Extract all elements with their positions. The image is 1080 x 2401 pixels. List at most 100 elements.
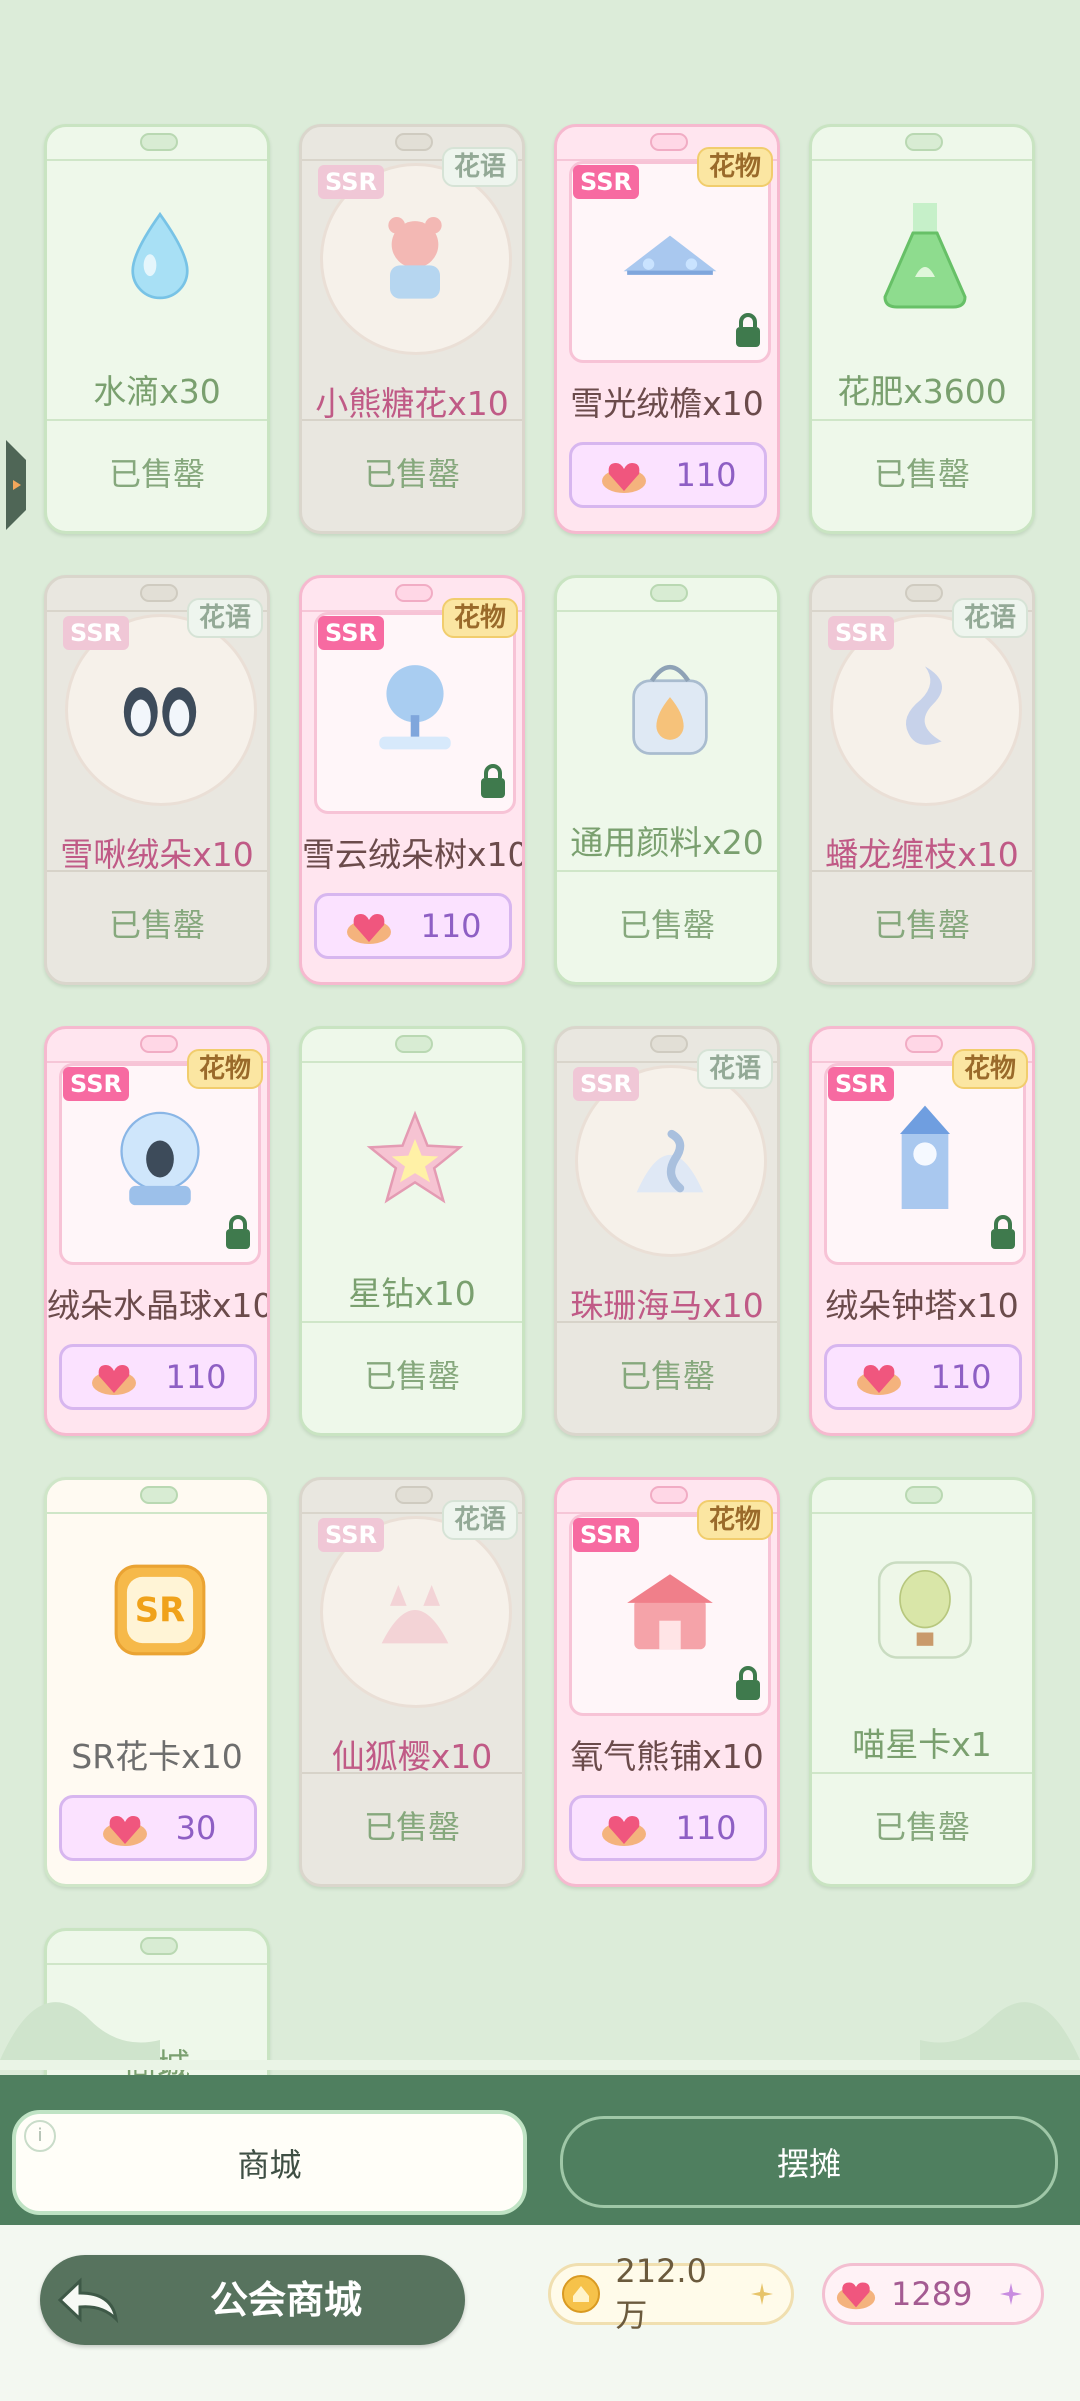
card-hanger	[140, 133, 178, 151]
paint-bucket-icon	[620, 658, 720, 758]
card-hanger	[395, 1035, 433, 1053]
add-gold-icon[interactable]	[748, 2280, 775, 2308]
price-value: 110	[675, 456, 737, 494]
buy-button[interactable]: 110	[569, 442, 767, 508]
shop-item-card[interactable]: 水滴x30 已售罄	[44, 124, 270, 534]
card-divider	[812, 870, 1032, 872]
sold-out-label: 已售罄	[873, 1808, 970, 1846]
item-category-tag: 花物	[951, 1049, 1028, 1089]
penguins-icon	[110, 658, 210, 758]
tab-stall[interactable]: 摆摊	[560, 2116, 1058, 2208]
buy-button[interactable]: 30	[59, 1795, 257, 1861]
shop-item-card[interactable]: SSR 花语 蟠龙缠枝x10 已售罄	[809, 575, 1035, 985]
sold-out-label: 已售罄	[873, 455, 970, 493]
shop-item-card[interactable]: 花肥x3600 已售罄	[809, 124, 1035, 534]
ssr-badge: SSR	[828, 1067, 894, 1101]
snow-eave-icon	[620, 207, 720, 307]
card-top-line	[557, 610, 777, 612]
card-top-line	[302, 1061, 522, 1063]
gold-balance[interactable]: 212.0万	[548, 2252, 794, 2334]
info-icon[interactable]: i	[24, 2120, 56, 2152]
dragon-icon	[875, 658, 975, 758]
buy-button[interactable]: 110	[314, 893, 512, 959]
ssr-badge: SSR	[318, 165, 384, 199]
card-divider	[302, 419, 522, 421]
lock-icon	[478, 764, 508, 800]
item-category-tag: 花语	[441, 147, 518, 187]
bear-candy-icon	[365, 207, 465, 307]
card-hanger	[905, 1486, 943, 1504]
item-name: 水滴x30	[93, 372, 221, 411]
card-hanger	[905, 1035, 943, 1053]
sold-out-label: 已售罄	[363, 1357, 460, 1395]
crystal-ball-icon	[110, 1109, 210, 1209]
shop-item-card[interactable]: 星钻x10 已售罄	[299, 1026, 525, 1436]
item-name: 小熊糖花x10	[315, 384, 509, 423]
shop-item-card[interactable]: SSR 花物 氧气熊铺x10 110	[554, 1477, 780, 1887]
item-name: 珠珊海马x10	[570, 1286, 764, 1325]
heart-gem-icon	[599, 455, 649, 495]
shop-item-card[interactable]: SSR 花物 绒朵水晶球x10 110	[44, 1026, 270, 1436]
tab-mall[interactable]: i 商城	[12, 2110, 527, 2215]
buy-button[interactable]: 110	[569, 1795, 767, 1861]
card-divider	[557, 870, 777, 872]
shop-item-card[interactable]: 喵星卡x1 已售罄	[809, 1477, 1035, 1887]
gold-amount: 212.0万	[615, 2252, 707, 2334]
shop-item-card[interactable]: SSR 花语 小熊糖花x10 已售罄	[299, 124, 525, 534]
sold-out-label: 已售罄	[618, 906, 715, 944]
item-name: 雪啾绒朵x10	[60, 835, 254, 874]
buy-button[interactable]: 110	[59, 1344, 257, 1410]
heart-amount: 1289	[891, 2275, 973, 2313]
card-top-line	[812, 159, 1032, 161]
add-hearts-icon[interactable]	[997, 2280, 1025, 2308]
ssr-badge: SSR	[573, 1067, 639, 1101]
card-divider	[47, 419, 267, 421]
item-category-tag: 花语	[441, 1500, 518, 1540]
card-divider	[812, 1772, 1032, 1774]
card-hanger	[140, 584, 178, 602]
star-diamond-icon	[365, 1109, 465, 1209]
back-button[interactable]: 公会商城	[40, 2255, 465, 2345]
shop-item-card[interactable]: 通用颜料x20 已售罄	[554, 575, 780, 985]
shop-item-card[interactable]: SSR 花物 雪云绒朵树x10 110	[299, 575, 525, 985]
card-hanger	[905, 584, 943, 602]
ssr-badge: SSR	[318, 1518, 384, 1552]
item-name: 蟠龙缠枝x10	[825, 835, 1019, 874]
item-category-tag: 花语	[951, 598, 1028, 638]
card-divider	[812, 419, 1032, 421]
card-divider	[302, 1321, 522, 1323]
sold-out-label: 已售罄	[108, 455, 205, 493]
side-drawer-handle[interactable]	[6, 440, 32, 530]
card-hanger	[140, 1486, 178, 1504]
lock-icon	[223, 1215, 253, 1251]
item-category-tag: 花物	[441, 598, 518, 638]
card-top-line	[47, 1512, 267, 1514]
item-name: 星钻x10	[348, 1274, 476, 1313]
card-hanger	[650, 133, 688, 151]
sold-out-label: 已售罄	[873, 906, 970, 944]
lock-icon	[733, 1666, 763, 1702]
card-divider	[302, 1772, 522, 1774]
fox-icon	[365, 1560, 465, 1660]
buy-button[interactable]: 110	[824, 1344, 1022, 1410]
item-name: 雪光绒檐x10	[570, 384, 764, 423]
card-divider	[47, 870, 267, 872]
price-value: 110	[165, 1358, 227, 1396]
shop-item-card[interactable]: SSR 花语 仙狐樱x10 已售罄	[299, 1477, 525, 1887]
clock-tower-icon	[875, 1105, 975, 1209]
page-title: 公会商城	[210, 2278, 363, 2322]
card-top-line	[812, 1512, 1032, 1514]
shop-item-card[interactable]: SSR 花物 雪光绒檐x10 110	[554, 124, 780, 534]
footer-bar: 公会商城 212.0万 1289	[0, 2225, 1080, 2401]
card-hanger	[650, 1486, 688, 1504]
seahorse-icon	[620, 1109, 720, 1209]
shop-item-card[interactable]: SSR 花物 绒朵钟塔x10 110	[809, 1026, 1035, 1436]
heart-balance[interactable]: 1289	[822, 2263, 1044, 2325]
shop-item-card[interactable]: SSR 花语 雪啾绒朵x10 已售罄	[44, 575, 270, 985]
lock-icon	[733, 313, 763, 349]
bear-shop-icon	[620, 1560, 720, 1660]
shop-item-card[interactable]: SR SR花卡x10 30	[44, 1477, 270, 1887]
gold-coin-icon	[561, 2273, 601, 2315]
shop-item-card[interactable]: SSR 花语 珠珊海马x10 已售罄	[554, 1026, 780, 1436]
item-name: 仙狐樱x10	[331, 1737, 493, 1776]
